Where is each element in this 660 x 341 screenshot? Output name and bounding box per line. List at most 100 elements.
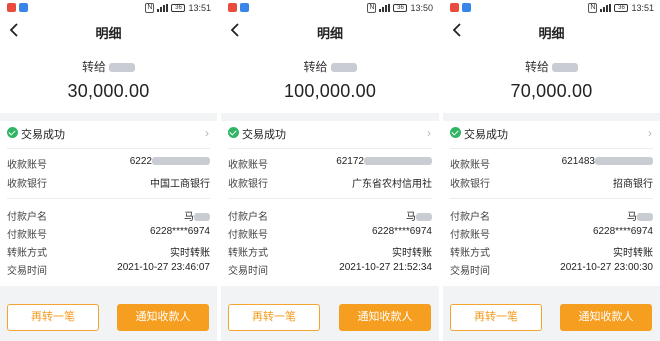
transaction-time-row: 交易时间 2021-10-27 23:00:30: [450, 261, 653, 277]
account-redacted: [152, 157, 210, 166]
nav-bar: 明细: [221, 16, 439, 44]
clock: 13:51: [188, 3, 211, 13]
transfer-method-row: 转账方式 实时转账: [7, 243, 210, 259]
account-redacted: [364, 157, 432, 166]
notification-icons: [7, 3, 28, 12]
transaction-time-value: 2021-10-27 23:00:30: [560, 262, 653, 273]
notify-payee-button[interactable]: 通知收款人: [339, 304, 431, 331]
page-title: 明细: [538, 26, 565, 41]
nfc-icon: N: [588, 3, 598, 13]
signal-icon: [157, 4, 169, 12]
payee-bank-value: 中国工商银行: [150, 179, 210, 190]
payee-account-label: 收款账号: [228, 160, 268, 171]
payee-bank-row: 收款银行 招商银行: [450, 174, 653, 190]
payer-account-label: 付款账号: [7, 230, 47, 241]
amount-header: 转给 100,000.00: [221, 58, 439, 102]
notify-payee-button[interactable]: 通知收款人: [117, 304, 209, 331]
clock: 13:50: [410, 3, 433, 13]
divider: [228, 198, 432, 199]
divider: [7, 198, 210, 199]
section-gap: [221, 113, 439, 121]
payee-account-row: 收款账号 62172: [228, 155, 432, 171]
nav-bar: 明细: [443, 16, 660, 44]
transaction-time-value: 2021-10-27 21:52:34: [339, 262, 432, 273]
amount-header: 转给 30,000.00: [0, 58, 217, 102]
chevron-right-icon: ›: [427, 126, 431, 140]
app-notification-icon: [19, 3, 28, 12]
status-bar: N 36 13:50: [221, 0, 439, 16]
clock: 13:51: [631, 3, 654, 13]
transfer-amount: 70,000.00: [510, 81, 593, 101]
payer-name-row: 付款户名 马: [7, 207, 210, 223]
payee-account-row: 收款账号 621483: [450, 155, 653, 171]
app-notification-icon: [462, 3, 471, 12]
transfer-amount: 30,000.00: [67, 81, 150, 101]
payer-name-value: 马: [406, 212, 416, 223]
transaction-time-value: 2021-10-27 23:46:07: [117, 262, 210, 273]
transaction-status-row[interactable]: 交易成功 ›: [221, 124, 439, 142]
payer-name-value: 马: [627, 212, 637, 223]
action-bar: 再转一笔 通知收款人: [221, 286, 439, 341]
action-bar: 再转一笔 通知收款人: [0, 286, 217, 341]
payee-name-redacted: [552, 63, 578, 73]
signal-icon: [379, 4, 391, 12]
transaction-status-row[interactable]: 交易成功 ›: [443, 124, 660, 142]
divider: [450, 148, 653, 149]
payer-account-label: 付款账号: [228, 230, 268, 241]
chevron-right-icon: ›: [648, 126, 652, 140]
app-notification-icon: [228, 3, 237, 12]
payee-name-redacted: [330, 63, 357, 73]
payee-bank-label: 收款银行: [228, 179, 268, 190]
transfer-to-label: 转给: [303, 60, 328, 74]
payer-name-label: 付款户名: [450, 212, 490, 223]
transfer-method-label: 转账方式: [450, 248, 490, 259]
amount-header: 转给 70,000.00: [443, 58, 660, 102]
payee-account-value: 62172: [336, 156, 364, 167]
transaction-status: 交易成功: [242, 129, 286, 141]
transfer-again-button[interactable]: 再转一笔: [450, 304, 542, 331]
transaction-status: 交易成功: [21, 129, 65, 141]
signal-icon: [600, 4, 612, 12]
transaction-status-row[interactable]: 交易成功 ›: [0, 124, 217, 142]
payee-bank-value: 招商银行: [613, 179, 653, 190]
transfer-method-row: 转账方式 实时转账: [228, 243, 432, 259]
transfer-method-row: 转账方式 实时转账: [450, 243, 653, 259]
payer-account-row: 付款账号 6228****6974: [450, 225, 653, 241]
payee-bank-row: 收款银行 广东省农村信用社: [228, 174, 432, 190]
notify-payee-button[interactable]: 通知收款人: [560, 304, 652, 331]
check-circle-icon: [228, 127, 239, 138]
name-redacted: [194, 213, 210, 222]
payer-name-label: 付款户名: [228, 212, 268, 223]
section-gap: [443, 113, 660, 121]
transfer-again-button[interactable]: 再转一笔: [228, 304, 320, 331]
payer-account-row: 付款账号 6228****6974: [7, 225, 210, 241]
divider: [450, 198, 653, 199]
payee-bank-label: 收款银行: [450, 179, 490, 190]
page-title: 明细: [95, 26, 122, 41]
battery-level: 36: [171, 4, 186, 12]
page-title: 明细: [316, 26, 343, 41]
transaction-time-label: 交易时间: [228, 266, 268, 277]
payee-bank-value: 广东省农村信用社: [352, 179, 432, 190]
transaction-status: 交易成功: [464, 129, 508, 141]
app-notification-icon: [240, 3, 249, 12]
transaction-time-label: 交易时间: [450, 266, 490, 277]
transfer-method-value: 实时转账: [613, 248, 653, 259]
transfer-method-label: 转账方式: [228, 248, 268, 259]
receipt-panel-3: N 36 13:51 明细 转给 70,000.00 交易成功 › 收款账号 6…: [443, 0, 660, 341]
transfer-again-button[interactable]: 再转一笔: [7, 304, 99, 331]
nav-bar: 明细: [0, 16, 217, 44]
name-redacted: [637, 213, 653, 222]
app-notification-icon: [7, 3, 16, 12]
payee-account-row: 收款账号 6222: [7, 155, 210, 171]
payer-name-label: 付款户名: [7, 212, 47, 223]
payer-name-row: 付款户名 马: [450, 207, 653, 223]
nfc-icon: N: [367, 3, 377, 13]
transaction-time-label: 交易时间: [7, 266, 47, 277]
transfer-to-label: 转给: [524, 60, 549, 74]
payee-account-value: 621483: [561, 156, 595, 167]
receipt-panel-2: N 36 13:50 明细 转给 100,000.00 交易成功 › 收款账号 …: [221, 0, 439, 341]
chevron-right-icon: ›: [205, 126, 209, 140]
receipt-panel-1: N 36 13:51 明细 转给 30,000.00 交易成功 › 收款账号 6…: [0, 0, 217, 341]
payer-account-row: 付款账号 6228****6974: [228, 225, 432, 241]
